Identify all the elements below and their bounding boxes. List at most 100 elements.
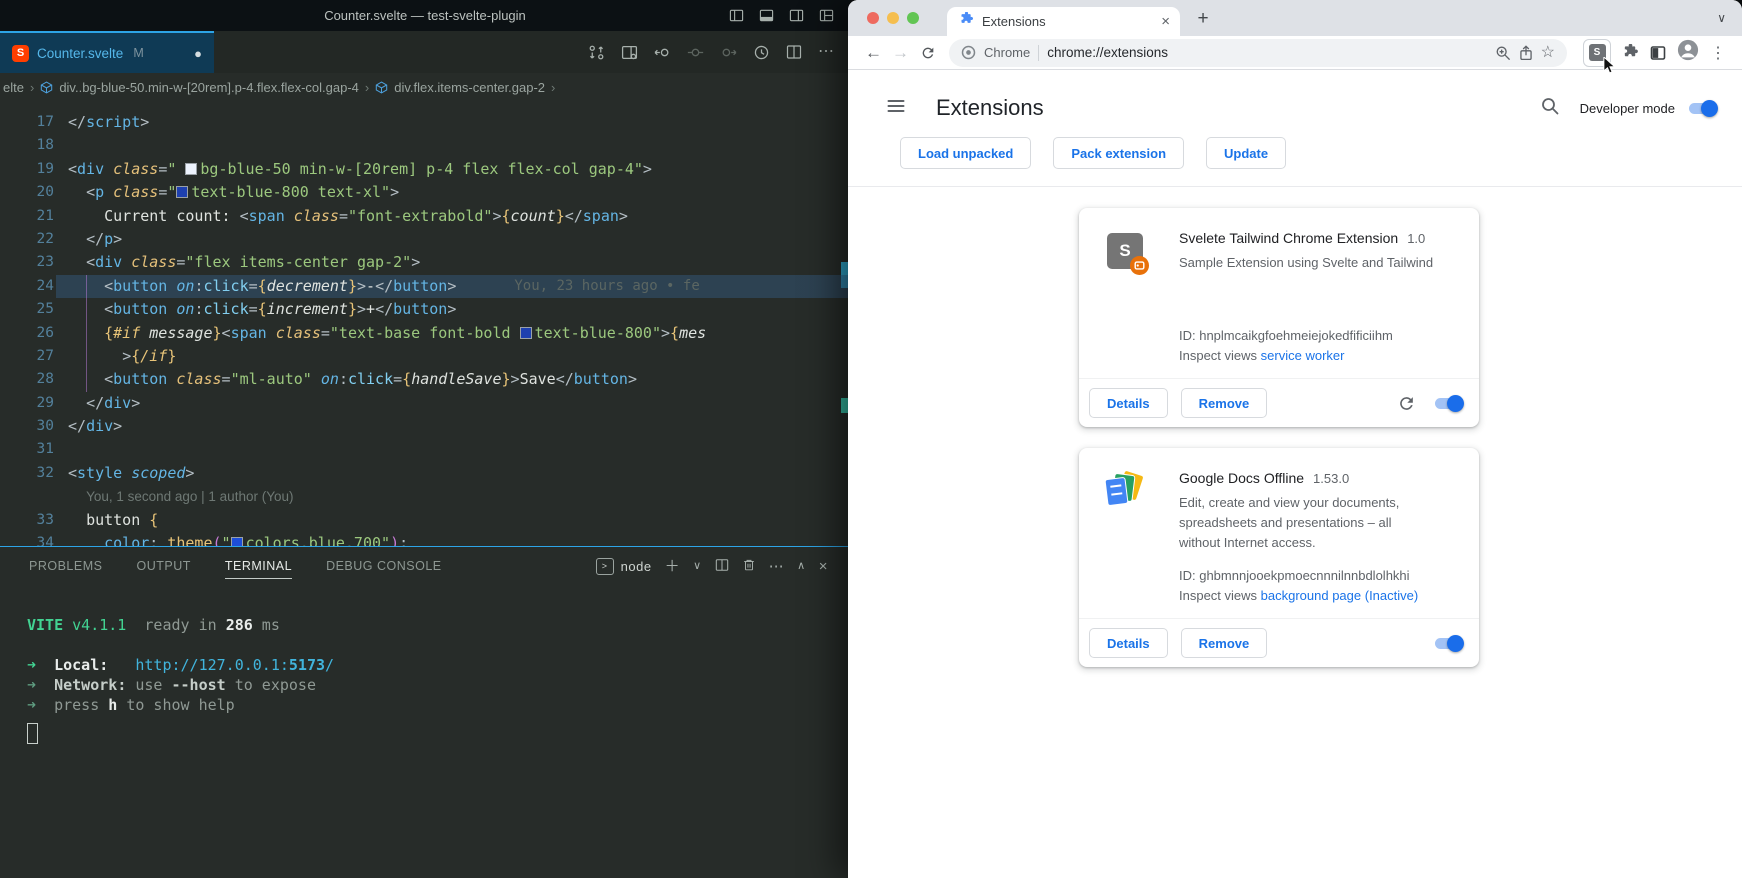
code-line[interactable]: 18: [0, 134, 850, 157]
load-unpacked-button[interactable]: Load unpacked: [900, 137, 1031, 169]
address-bar[interactable]: Chrome chrome://extensions ☆: [949, 39, 1567, 67]
kill-terminal-icon[interactable]: [742, 558, 756, 575]
timeline-icon[interactable]: [753, 44, 770, 61]
code-line[interactable]: 32<style scoped>: [0, 462, 850, 485]
terminal-cursor: [27, 723, 38, 744]
compare-changes-icon[interactable]: [588, 44, 605, 61]
inspect-views-link[interactable]: service worker: [1261, 348, 1345, 363]
unpacked-badge-icon: [1130, 256, 1149, 275]
new-tab-button[interactable]: +: [1190, 6, 1216, 32]
code-line[interactable]: 33 button {: [0, 509, 850, 532]
code-line[interactable]: 24 <button on:click={decrement}>-</butto…: [0, 275, 850, 298]
minimize-window-button[interactable]: [887, 12, 899, 24]
close-window-button[interactable]: [867, 12, 879, 24]
toggle-panel-icon[interactable]: [759, 8, 774, 23]
customize-layout-icon[interactable]: [819, 8, 834, 23]
nav-previous-change-icon[interactable]: [654, 44, 671, 61]
remove-button[interactable]: Remove: [1181, 628, 1268, 658]
tab-extensions[interactable]: Extensions ×: [947, 7, 1180, 36]
line-number: 17: [0, 111, 54, 134]
chrome-menu-kebab-icon[interactable]: ⋮: [1710, 43, 1726, 63]
terminal-shell-label[interactable]: node: [621, 559, 652, 574]
code-line[interactable]: 17</script>: [0, 111, 850, 134]
details-button[interactable]: Details: [1089, 628, 1168, 658]
code-line[interactable]: 23 <div class="flex items-center gap-2">: [0, 251, 850, 274]
breadcrumb-item-file[interactable]: elte: [3, 80, 24, 95]
tab-terminal[interactable]: TERMINAL: [225, 547, 292, 585]
extensions-list: S Svelete Tailwind Chrome Extension 1.0 …: [848, 187, 1742, 667]
code-line[interactable]: 19<div class=" bg-blue-50 min-w-[20rem] …: [0, 158, 850, 181]
tab-counter-svelte[interactable]: S Counter.svelte M ●: [0, 31, 214, 73]
breadcrumb-separator: ›: [551, 80, 555, 95]
forward-button[interactable]: →: [887, 44, 914, 61]
hamburger-menu-icon[interactable]: [886, 96, 906, 121]
tab-search-chevron-icon[interactable]: ∨: [1717, 11, 1726, 25]
toggle-sidebar-icon[interactable]: [729, 8, 744, 23]
git-modified-badge: M: [133, 46, 143, 60]
symbol-cube-icon: [375, 81, 388, 94]
code-line[interactable]: 25 <button on:click={increment}>+</butto…: [0, 298, 850, 321]
new-terminal-icon[interactable]: ＋: [665, 559, 681, 574]
panel-tab-bar: PROBLEMS OUTPUT TERMINAL DEBUG CONSOLE >…: [0, 547, 850, 585]
url-text: chrome://extensions: [1047, 45, 1168, 60]
remove-button[interactable]: Remove: [1181, 388, 1268, 418]
mouse-cursor-icon: [1602, 57, 1617, 75]
code-line[interactable]: 21 Current count: <span class="font-extr…: [0, 205, 850, 228]
extension-action-svelte-icon[interactable]: S: [1583, 39, 1611, 67]
more-actions-icon[interactable]: ⋯: [818, 44, 834, 60]
git-blame-row[interactable]: You, 1 second ago | 1 author (You): [0, 485, 850, 508]
reload-extension-icon[interactable]: [1397, 394, 1416, 413]
reload-button[interactable]: [914, 45, 941, 61]
terminal-output[interactable]: VITE v4.1.1 ready in 286 ms➜ Local: http…: [27, 615, 850, 715]
share-icon[interactable]: [1519, 45, 1533, 61]
color-swatch: [176, 186, 188, 198]
panel-more-actions-icon[interactable]: ⋯: [769, 559, 785, 574]
close-panel-icon[interactable]: ×: [819, 559, 828, 574]
split-editor-icon[interactable]: [786, 44, 802, 60]
side-panel-icon[interactable]: [1650, 45, 1666, 61]
code-editor[interactable]: 17</script>1819<div class=" bg-blue-50 m…: [0, 102, 850, 555]
unsaved-dot-icon[interactable]: ●: [194, 46, 202, 61]
code-line[interactable]: 28 <button class="ml-auto" on:click={han…: [0, 368, 850, 391]
code-line[interactable]: 30</div>: [0, 415, 850, 438]
code-line[interactable]: 29 </div>: [0, 392, 850, 415]
tab-filename: Counter.svelte: [37, 46, 123, 61]
nav-next-change-icon[interactable]: [720, 44, 737, 61]
extensions-puzzle-icon[interactable]: [1622, 44, 1639, 61]
code-line[interactable]: 27 >{/if}: [0, 345, 850, 368]
zoom-icon[interactable]: [1495, 45, 1511, 61]
developer-mode-toggle[interactable]: [1689, 103, 1716, 114]
toggle-secondary-sidebar-icon[interactable]: [789, 8, 804, 23]
tab-debug-console[interactable]: DEBUG CONSOLE: [326, 547, 442, 585]
line-number: 30: [0, 415, 54, 438]
search-icon[interactable]: [1540, 96, 1560, 121]
bookmark-star-icon[interactable]: ☆: [1541, 45, 1555, 61]
extension-enabled-toggle[interactable]: [1435, 638, 1462, 649]
tab-problems[interactable]: PROBLEMS: [29, 547, 102, 585]
close-tab-icon[interactable]: ×: [1161, 14, 1170, 29]
terminal-dropdown-icon[interactable]: ∨: [693, 561, 702, 572]
extensions-page-header: Extensions Developer mode: [848, 70, 1742, 129]
update-button[interactable]: Update: [1206, 137, 1286, 169]
breadcrumb-item-symbol[interactable]: div.flex.items-center.gap-2: [394, 80, 545, 95]
zoom-window-button[interactable]: [907, 12, 919, 24]
code-line[interactable]: 31: [0, 438, 850, 461]
code-line[interactable]: 26 {#if message}<span class="text-base f…: [0, 322, 850, 345]
code-line[interactable]: 22 </p>: [0, 228, 850, 251]
open-preview-icon[interactable]: [621, 44, 638, 61]
maximize-panel-icon[interactable]: ∧: [797, 561, 806, 572]
split-terminal-icon[interactable]: [715, 558, 729, 575]
profile-avatar[interactable]: [1677, 39, 1699, 66]
inspect-views-label: Inspect views: [1179, 348, 1261, 363]
tab-output[interactable]: OUTPUT: [136, 547, 190, 585]
nav-current-change-icon[interactable]: [687, 44, 704, 61]
details-button[interactable]: Details: [1089, 388, 1168, 418]
inspect-views-link[interactable]: background page (Inactive): [1261, 588, 1419, 603]
site-info-icon[interactable]: [961, 45, 976, 60]
breadcrumb-item-symbol[interactable]: div..bg-blue-50.min-w-[20rem].p-4.flex.f…: [59, 80, 359, 95]
pack-extension-button[interactable]: Pack extension: [1053, 137, 1184, 169]
back-button[interactable]: ←: [860, 44, 887, 61]
extension-enabled-toggle[interactable]: [1435, 398, 1462, 409]
svelte-file-icon: S: [12, 45, 29, 62]
code-line[interactable]: 20 <p class="text-blue-800 text-xl">: [0, 181, 850, 204]
